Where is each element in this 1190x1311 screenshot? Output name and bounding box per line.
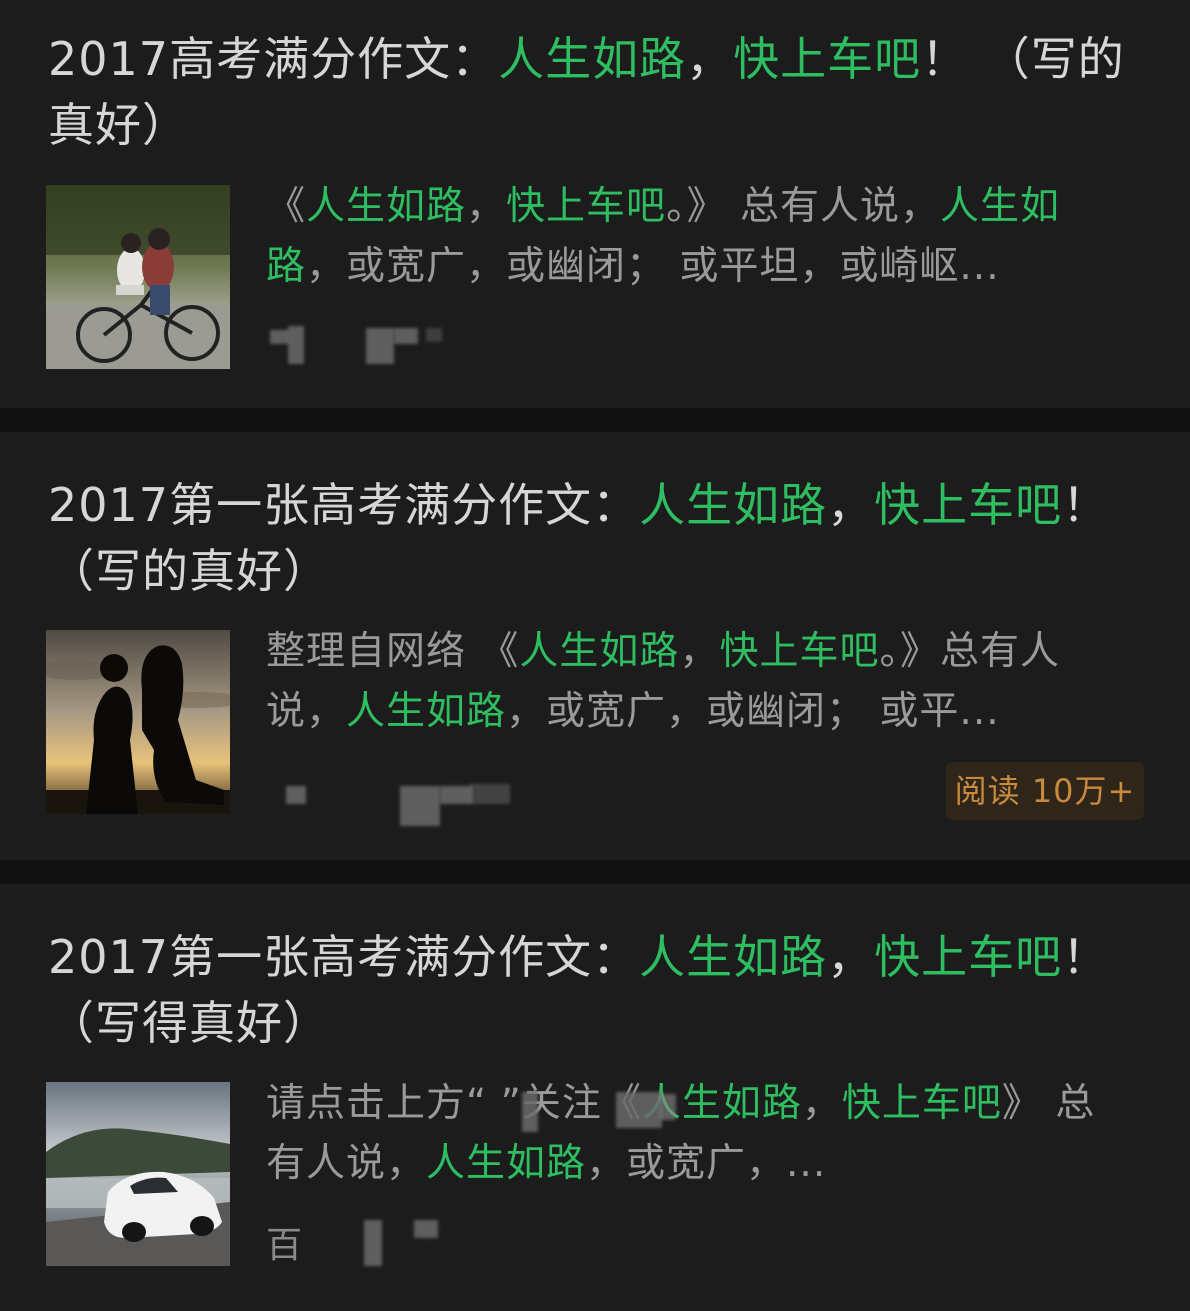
text-segment: ， (827, 478, 875, 532)
text-segment: 。》 总有人说， (666, 184, 940, 229)
keyword-highlight: 快上车吧 (874, 478, 1063, 532)
keyword-highlight: 快上车吧 (719, 629, 880, 674)
source-meta (266, 322, 566, 364)
thumbnail-svg (46, 1082, 230, 1266)
keyword-highlight: 快上车吧 (874, 930, 1063, 984)
article-snippet[interactable]: 请点击上方“ ”关注《人生如路，快上车吧》 总有人说，人生如路，或宽广，... (266, 1074, 1116, 1194)
blurred-account-name (520, 1084, 680, 1134)
article-snippet[interactable]: 《人生如路，快上车吧。》 总有人说，人生如路，或宽广，或幽闭； 或平坦，或崎岖.… (266, 177, 1116, 297)
keyword-highlight: 快上车吧 (506, 184, 667, 229)
text-segment: ， (801, 1081, 842, 1126)
sunset-silhouette-image (46, 630, 230, 814)
text-segment: ， (466, 184, 507, 229)
article-title[interactable]: 2017高考满分作文：人生如路，快上车吧！ （写的真好） (48, 26, 1138, 158)
source-meta (266, 772, 566, 826)
keyword-highlight: 人生如路 (639, 930, 828, 984)
keyword-highlight: 快上车吧 (733, 32, 922, 86)
text-segment: ， (827, 930, 875, 984)
text-segment: ，或宽广，或幽闭； 或平坦，或崎岖... (306, 244, 1000, 289)
text-segment: ，或宽广，或幽闭； 或平... (506, 689, 1000, 734)
keyword-highlight: 人生如路 (519, 629, 680, 674)
article-snippet[interactable]: 整理自网络 《人生如路，快上车吧。》总有人说，人生如路，或宽广，或幽闭； 或平.… (266, 622, 1116, 742)
text-segment: 整理自网络 《 (266, 629, 520, 674)
text-segment: 《 (266, 184, 307, 229)
search-results-page: 2017高考满分作文：人生如路，快上车吧！ （写的真好） 《人生如路，快上车吧。… (0, 0, 1190, 1311)
couple-bicycle-image (46, 185, 230, 369)
article-card[interactable]: 2017高考满分作文：人生如路，快上车吧！ （写的真好） 《人生如路，快上车吧。… (0, 0, 1190, 408)
source-meta: 百 (266, 1216, 566, 1266)
keyword-highlight: 人生如路 (498, 32, 687, 86)
keyword-highlight: 人生如路 (346, 689, 507, 734)
text-segment: ， (686, 32, 734, 86)
keyword-highlight: 快上车吧 (841, 1081, 1002, 1126)
thumbnail-svg (46, 185, 230, 369)
article-title[interactable]: 2017第一张高考满分作文：人生如路，快上车吧！ （写的真好） (48, 472, 1138, 604)
keyword-highlight: 人生如路 (306, 184, 467, 229)
read-count-badge: 阅读 10万+ (946, 762, 1144, 820)
text-segment: 2017第一张高考满分作文： (48, 930, 640, 984)
text-segment: 请点击上方“ (266, 1081, 488, 1126)
keyword-highlight: 人生如路 (426, 1141, 587, 1186)
thumbnail-svg (46, 630, 230, 814)
article-card[interactable]: 2017第一张高考满分作文：人生如路，快上车吧！ （写得真好） 请点击上方“ ”… (0, 884, 1190, 1311)
text-segment: 2017高考满分作文： (48, 32, 499, 86)
white-sports-car-image (46, 1082, 230, 1266)
text-segment: ，或宽广，... (586, 1141, 827, 1186)
keyword-highlight: 人生如路 (639, 478, 828, 532)
article-title[interactable]: 2017第一张高考满分作文：人生如路，快上车吧！ （写得真好） (48, 924, 1138, 1056)
source-name-fragment: 百 (266, 1225, 303, 1266)
text-segment: ， (679, 629, 720, 674)
text-segment: 2017第一张高考满分作文： (48, 478, 640, 532)
text-segment (487, 1081, 500, 1126)
